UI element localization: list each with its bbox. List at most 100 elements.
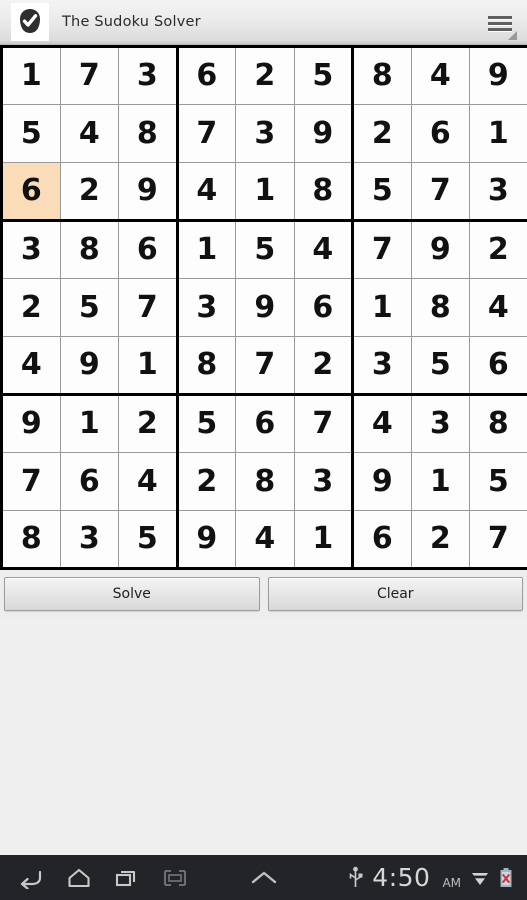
sudoku-cell-r1c6[interactable]: 5 — [293, 45, 354, 105]
sudoku-cell-r3c9[interactable]: 3 — [469, 162, 527, 222]
sudoku-cell-r3c4[interactable]: 4 — [176, 162, 236, 222]
sudoku-cell-r1c4[interactable]: 6 — [176, 45, 236, 105]
sudoku-cell-r7c9[interactable]: 8 — [469, 394, 527, 453]
sudoku-cell-r8c4[interactable]: 2 — [176, 452, 236, 511]
clear-button[interactable]: Clear — [267, 577, 523, 611]
sudoku-cell-r3c7[interactable]: 5 — [352, 162, 412, 222]
sudoku-row: 764283915 — [0, 452, 527, 511]
sudoku-cell-r8c1[interactable]: 7 — [0, 452, 61, 511]
sudoku-cell-r3c6[interactable]: 8 — [293, 162, 354, 222]
sudoku-row: 257396184 — [0, 278, 527, 337]
sudoku-cell-r7c2[interactable]: 1 — [59, 394, 119, 453]
sudoku-cell-r1c5[interactable]: 2 — [235, 45, 295, 105]
sudoku-cell-r6c7[interactable]: 3 — [352, 336, 412, 396]
sudoku-cell-r6c9[interactable]: 6 — [469, 336, 527, 396]
sudoku-cell-r7c7[interactable]: 4 — [352, 394, 412, 453]
back-button[interactable] — [18, 867, 44, 889]
sudoku-cell-r4c9[interactable]: 2 — [469, 220, 527, 279]
overflow-menu-button[interactable] — [481, 6, 519, 40]
sudoku-cell-r1c2[interactable]: 7 — [59, 45, 119, 105]
expand-notifications-button[interactable] — [247, 868, 281, 888]
sudoku-cell-r4c5[interactable]: 5 — [235, 220, 295, 279]
sudoku-cell-r5c8[interactable]: 8 — [410, 278, 470, 337]
sudoku-cell-r3c8[interactable]: 7 — [410, 162, 470, 222]
sudoku-cell-r7c6[interactable]: 7 — [293, 394, 354, 453]
sudoku-cell-r6c2[interactable]: 9 — [59, 336, 119, 396]
sudoku-cell-r8c3[interactable]: 4 — [118, 452, 179, 511]
sudoku-cell-r5c4[interactable]: 3 — [176, 278, 236, 337]
sudoku-cell-r2c7[interactable]: 2 — [352, 104, 412, 163]
sudoku-cell-r6c5[interactable]: 7 — [235, 336, 295, 396]
sudoku-cell-r4c1[interactable]: 3 — [0, 220, 61, 279]
sudoku-cell-r9c9[interactable]: 7 — [469, 510, 527, 570]
usb-status[interactable] — [348, 866, 363, 890]
sudoku-cell-r7c4[interactable]: 5 — [176, 394, 236, 453]
sudoku-cell-r9c2[interactable]: 3 — [59, 510, 119, 570]
sudoku-cell-r5c1[interactable]: 2 — [0, 278, 61, 337]
sudoku-cell-r2c4[interactable]: 7 — [176, 104, 236, 163]
sudoku-cell-r9c6[interactable]: 1 — [293, 510, 354, 570]
sudoku-cell-r5c9[interactable]: 4 — [469, 278, 527, 337]
hamburger-menu-icon-bar2 — [488, 21, 512, 25]
sudoku-cell-r3c5[interactable]: 1 — [235, 162, 295, 222]
sudoku-cell-r7c8[interactable]: 3 — [410, 394, 470, 453]
sudoku-cell-r3c1[interactable]: 6 — [0, 162, 61, 222]
sudoku-cell-r8c9[interactable]: 5 — [469, 452, 527, 511]
sudoku-cell-r5c7[interactable]: 1 — [352, 278, 412, 337]
sudoku-cell-r3c2[interactable]: 2 — [59, 162, 119, 222]
sudoku-cell-r2c5[interactable]: 3 — [235, 104, 295, 163]
sudoku-cell-r1c7[interactable]: 8 — [352, 45, 412, 105]
sudoku-row: 835941627 — [0, 510, 527, 570]
sudoku-cell-r8c5[interactable]: 8 — [235, 452, 295, 511]
sudoku-cell-r6c6[interactable]: 2 — [293, 336, 354, 396]
sudoku-cell-r1c8[interactable]: 4 — [410, 45, 470, 105]
sudoku-cell-r9c1[interactable]: 8 — [0, 510, 61, 570]
app-icon[interactable] — [11, 3, 49, 41]
sudoku-cell-r4c6[interactable]: 4 — [293, 220, 354, 279]
sudoku-cell-r6c4[interactable]: 8 — [176, 336, 236, 396]
sudoku-cell-r3c3[interactable]: 9 — [118, 162, 179, 222]
sudoku-cell-r9c3[interactable]: 5 — [118, 510, 179, 570]
screenshot-button[interactable] — [162, 867, 188, 889]
home-button[interactable] — [66, 867, 92, 889]
sudoku-cell-r1c3[interactable]: 3 — [118, 45, 179, 105]
sudoku-cell-r2c1[interactable]: 5 — [0, 104, 61, 163]
sudoku-cell-r4c4[interactable]: 1 — [176, 220, 236, 279]
signal-status[interactable] — [470, 868, 490, 888]
sudoku-cell-r4c2[interactable]: 8 — [59, 220, 119, 279]
sudoku-cell-r7c5[interactable]: 6 — [235, 394, 295, 453]
sudoku-cell-r8c6[interactable]: 3 — [293, 452, 354, 511]
sudoku-cell-r2c8[interactable]: 6 — [410, 104, 470, 163]
sudoku-cell-r5c3[interactable]: 7 — [118, 278, 179, 337]
sudoku-cell-r9c5[interactable]: 4 — [235, 510, 295, 570]
sudoku-cell-r7c1[interactable]: 9 — [0, 394, 61, 453]
sudoku-cell-r5c5[interactable]: 9 — [235, 278, 295, 337]
action-button-row: Solve Clear — [0, 570, 527, 618]
sudoku-cell-r4c3[interactable]: 6 — [118, 220, 179, 279]
status-meridiem: AM — [442, 875, 461, 890]
sudoku-cell-r8c2[interactable]: 6 — [59, 452, 119, 511]
battery-status[interactable] — [499, 867, 513, 889]
sudoku-cell-r9c7[interactable]: 6 — [352, 510, 412, 570]
sudoku-cell-r2c6[interactable]: 9 — [293, 104, 354, 163]
sudoku-cell-r2c3[interactable]: 8 — [118, 104, 179, 163]
sudoku-cell-r4c7[interactable]: 7 — [352, 220, 412, 279]
sudoku-cell-r5c2[interactable]: 5 — [59, 278, 119, 337]
sudoku-cell-r6c8[interactable]: 5 — [410, 336, 470, 396]
sudoku-cell-r8c8[interactable]: 1 — [410, 452, 470, 511]
sudoku-grid[interactable]: 1736258495487392616294185733861547922573… — [0, 45, 527, 570]
sudoku-cell-r4c8[interactable]: 9 — [410, 220, 470, 279]
recent-apps-button[interactable] — [114, 867, 140, 889]
sudoku-cell-r2c2[interactable]: 4 — [59, 104, 119, 163]
sudoku-cell-r9c4[interactable]: 9 — [176, 510, 236, 570]
sudoku-cell-r6c3[interactable]: 1 — [118, 336, 179, 396]
solve-button[interactable]: Solve — [4, 577, 260, 611]
sudoku-cell-r1c9[interactable]: 9 — [469, 45, 527, 105]
sudoku-cell-r9c8[interactable]: 2 — [410, 510, 470, 570]
sudoku-cell-r6c1[interactable]: 4 — [0, 336, 61, 396]
sudoku-cell-r2c9[interactable]: 1 — [469, 104, 527, 163]
sudoku-cell-r1c1[interactable]: 1 — [0, 45, 61, 105]
sudoku-cell-r5c6[interactable]: 6 — [293, 278, 354, 337]
sudoku-cell-r7c3[interactable]: 2 — [118, 394, 179, 453]
sudoku-cell-r8c7[interactable]: 9 — [352, 452, 412, 511]
